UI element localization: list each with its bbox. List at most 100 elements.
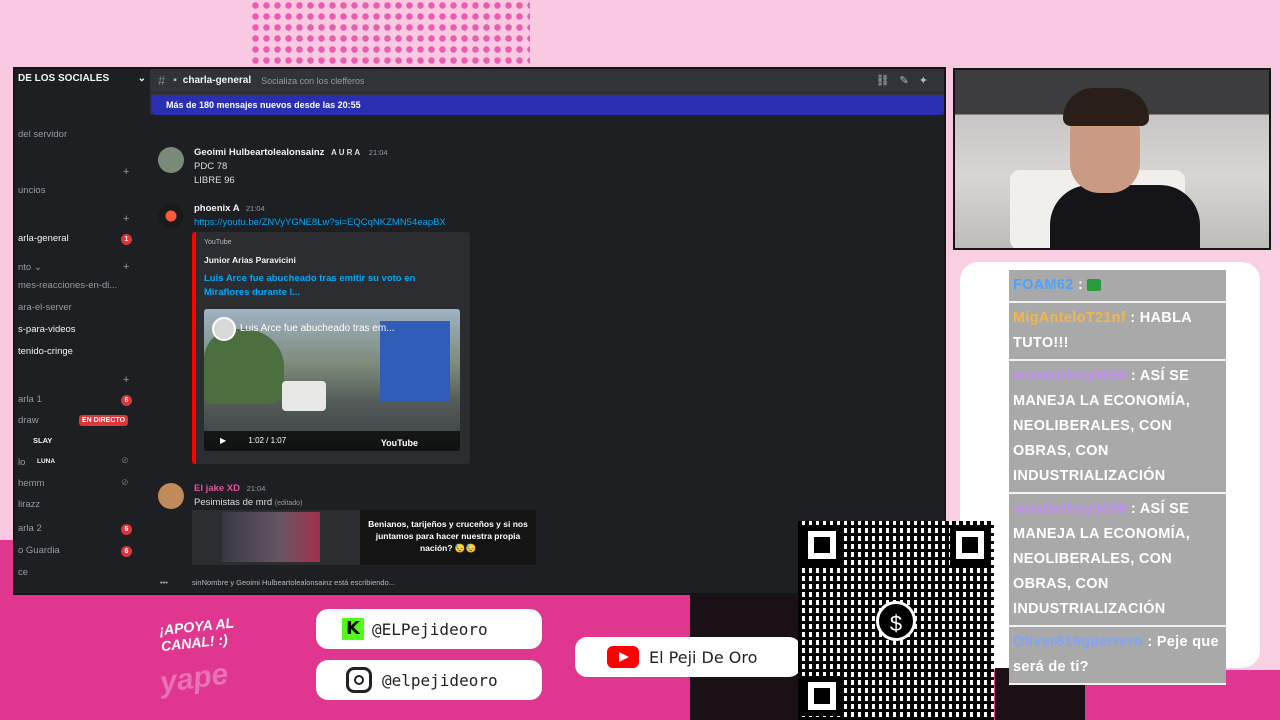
chat-username[interactable]: wonderhoy6699	[1013, 501, 1127, 517]
voice-user[interactable]: hemm	[18, 478, 44, 489]
youtube-handle: El Peji De Oro	[649, 647, 758, 667]
typing-dots-icon: •••	[160, 578, 168, 587]
channel-logo	[212, 317, 236, 341]
donation-qr-code: $	[798, 521, 994, 720]
message-author[interactable]: phoenix A 21:04	[194, 203, 265, 214]
screenshot-image	[222, 512, 320, 562]
channel-sidebar: DE LOS SOCIALES ⌄ del servidor + uncios …	[15, 69, 150, 593]
add-channel-icon[interactable]: +	[123, 261, 129, 273]
chat-message: wonderhoy6699 : ASÍ SE MANEJA LA ECONOMÍ…	[1009, 361, 1226, 494]
message-text: Pesimistas de mrd (editado)	[194, 497, 302, 508]
typing-indicator: ••• sinNombre y Geoimi Hulbeartolealonsa…	[160, 578, 396, 587]
unread-badge: 1	[121, 234, 132, 245]
chat-text: : ASÍ SE MANEJA LA ECONOMÍA, NEOLIBERALE…	[1013, 501, 1191, 617]
youtube-social-pill: El Peji De Oro	[575, 637, 801, 677]
webcam-scene	[1050, 185, 1200, 248]
server-header[interactable]: DE LOS SOCIALES ⌄	[15, 69, 150, 91]
message-author[interactable]: Geoimi Hulbeartolealonsainz AURA 21:04	[194, 147, 388, 158]
message-author[interactable]: El jake XD 21:04	[194, 483, 265, 494]
live-badge: EN DIRECTO	[79, 415, 129, 426]
voice-user[interactable]: lo	[18, 457, 25, 468]
author-name[interactable]: Geoimi Hulbeartolealonsainz	[194, 147, 324, 158]
unread-badge: 6	[121, 546, 132, 557]
timestamp: 21:04	[246, 484, 266, 493]
youtube-logo[interactable]: YouTube	[381, 438, 418, 448]
sidebar-item[interactable]: del servidor	[18, 129, 67, 140]
video-scene	[282, 381, 326, 411]
voice-user[interactable]: lirazz	[18, 499, 40, 510]
header-tool-icons[interactable]: ⛓✎✦	[876, 74, 938, 87]
chat-text: : ASÍ SE MANEJA LA ECONOMÍA, NEOLIBERALE…	[1013, 368, 1191, 484]
webcam-scene	[1063, 88, 1149, 126]
dots-decoration	[250, 0, 530, 66]
chat-message: wonderhoy6699 : ASÍ SE MANEJA LA ECONOMÍ…	[1009, 494, 1226, 627]
channel-topic[interactable]: Socializa con los clefferos	[261, 76, 364, 86]
youtube-embed: YouTube Junior Arias Paravicini Luis Arc…	[192, 232, 470, 464]
chat-username[interactable]: wonderhoy6699	[1013, 368, 1127, 384]
add-channel-icon[interactable]: +	[123, 166, 129, 178]
live-chat: FOAM62 : MigAnteloT21nf : HABLA TUTO!!! …	[1009, 270, 1226, 685]
qr-finder	[802, 676, 842, 716]
kick-handle: @ELPejideoro	[372, 619, 488, 639]
webcam-feed	[953, 68, 1271, 250]
image-attachment[interactable]	[192, 510, 372, 565]
chat-message: MigAnteloT21nf : HABLA TUTO!!!	[1009, 303, 1226, 361]
role-tag: AURA	[331, 148, 363, 157]
author-name[interactable]: phoenix A	[194, 203, 239, 214]
sidebar-item[interactable]: s-para-videos	[18, 324, 76, 335]
youtube-icon	[607, 646, 639, 668]
avatar[interactable]	[158, 203, 184, 229]
muted-icon: ⊘	[121, 455, 129, 465]
chat-message: Oliver616guerrero : Peje que será de ti?	[1009, 627, 1226, 685]
message-body: Pesimistas de mrd	[194, 497, 273, 508]
unread-badge: 6	[121, 524, 132, 535]
video-controls[interactable]: ▶ 1:02 / 1:07	[204, 431, 460, 451]
voice-user[interactable]: draw	[18, 415, 39, 426]
emote-icon	[1087, 279, 1102, 292]
server-name: DE LOS SOCIALES	[18, 73, 110, 84]
unread-badge: 6	[121, 395, 132, 406]
dollar-icon: $	[876, 601, 916, 641]
image-attachment-caption[interactable]: Benianos, tarijeños y cruceños y si nos …	[360, 510, 536, 565]
message-text: LIBRE 96	[194, 175, 235, 186]
sidebar-category[interactable]: nto ⌄	[18, 262, 42, 273]
sidebar-item[interactable]: mes-reacciones-en-di...	[18, 280, 117, 291]
chat-username[interactable]: Oliver616guerrero	[1013, 634, 1143, 650]
chat-text: :	[1077, 277, 1084, 293]
avatar[interactable]	[158, 483, 184, 509]
typing-text: sinNombre y Geoimi Hulbeartolealonsainz …	[192, 578, 396, 587]
avatar[interactable]	[158, 147, 184, 173]
instagram-handle: @elpejideoro	[382, 670, 498, 690]
embed-author[interactable]: Junior Arias Paravicini	[204, 255, 296, 265]
play-icon[interactable]: ▶	[220, 436, 226, 445]
chevron-down-icon[interactable]: ⌄	[138, 73, 146, 91]
video-player[interactable]: Luis Arce fue abucheado tras em... ▶ 1:0…	[204, 309, 460, 451]
sidebar-item-charla-general[interactable]: arla-general	[18, 233, 69, 244]
threads-icon[interactable]: ▪	[173, 75, 177, 86]
embed-title[interactable]: Luis Arce fue abucheado tras emitir su v…	[204, 272, 444, 300]
sidebar-item[interactable]: tenido-cringe	[18, 346, 73, 357]
chat-username[interactable]: MigAnteloT21nf	[1013, 310, 1126, 326]
embed-provider[interactable]: YouTube	[204, 239, 232, 246]
message-text: PDC 78	[194, 161, 228, 172]
voice-user-tag: LUNA	[37, 458, 56, 465]
chat-username[interactable]: FOAM62	[1013, 277, 1074, 293]
sidebar-item[interactable]: uncios	[18, 185, 45, 196]
qr-finder	[950, 525, 990, 565]
qr-finder	[802, 525, 842, 565]
voice-channel[interactable]: ce	[18, 567, 28, 578]
kick-icon: K	[342, 618, 364, 640]
sidebar-item[interactable]: ara-el-server	[18, 302, 72, 313]
voice-channel[interactable]: o Guardia	[18, 545, 60, 556]
edited-label: (editado)	[274, 500, 303, 507]
discord-window: DE LOS SOCIALES ⌄ del servidor + uncios …	[13, 67, 946, 595]
add-channel-icon[interactable]: +	[123, 213, 129, 225]
add-channel-icon[interactable]: +	[123, 374, 129, 386]
message-link[interactable]: https://youtu.be/ZNVyYGNE8Lw?si=EQCqNKZM…	[194, 217, 446, 228]
voice-channel[interactable]: arla 2	[18, 523, 42, 534]
timestamp: 21:04	[245, 204, 265, 213]
author-name[interactable]: El jake XD	[194, 483, 240, 494]
voice-channel[interactable]: arla 1	[18, 394, 42, 405]
new-messages-banner[interactable]: Más de 180 mensajes nuevos desde las 20:…	[152, 95, 944, 115]
kick-social-pill: K @ELPejideoro	[316, 609, 542, 649]
